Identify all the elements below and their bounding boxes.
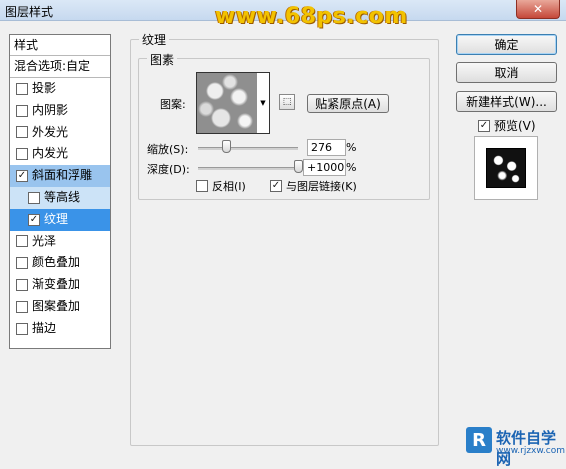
- style-item-pattern-overlay[interactable]: 图案叠加: [10, 296, 110, 318]
- depth-input[interactable]: +1000: [303, 159, 346, 176]
- style-list: 样式 混合选项:自定 投影内阴影外发光内发光 ✓ 斜面和浮雕等高线 ✓ 纹理光泽颜色叠加…: [9, 34, 111, 349]
- style-item-gradient-overlay[interactable]: 渐变叠加: [10, 274, 110, 296]
- link-with-layer-label: 与图层链接(K): [286, 180, 357, 193]
- style-checkbox-gradient-overlay[interactable]: [16, 279, 28, 292]
- style-item-stroke[interactable]: 描边: [10, 318, 110, 340]
- style-preview-thumbnail: [474, 136, 538, 200]
- style-checkbox-outer-glow[interactable]: [16, 126, 28, 139]
- style-item-label: 外发光: [32, 124, 69, 139]
- scale-unit: %: [346, 141, 357, 154]
- style-item-inner-shadow[interactable]: 内阴影: [10, 100, 110, 122]
- depth-slider-track[interactable]: [198, 167, 298, 170]
- style-checkbox-bevel-emboss[interactable]: ✓: [16, 170, 28, 183]
- preview-check-box[interactable]: ✓: [478, 119, 490, 132]
- scale-slider-track[interactable]: [198, 147, 298, 150]
- style-item-label: 图案叠加: [32, 298, 81, 313]
- depth-unit: %: [346, 161, 357, 174]
- pattern-label: 图案:: [160, 98, 186, 111]
- watermark-text: www.68ps.com: [215, 4, 408, 29]
- scale-label: 缩放(S):: [147, 143, 189, 156]
- close-button[interactable]: ✕: [516, 0, 560, 19]
- style-item-label: 内阴影: [32, 102, 69, 117]
- pattern-swatch[interactable]: [196, 72, 258, 134]
- style-checkbox-texture[interactable]: ✓: [28, 213, 40, 226]
- close-icon: ✕: [532, 2, 544, 16]
- texture-group-title: 纹理: [139, 31, 170, 48]
- new-preset-button[interactable]: ⬚: [279, 94, 295, 110]
- new-style-button[interactable]: 新建样式(W)...: [456, 91, 557, 112]
- invert-check-box[interactable]: [196, 180, 208, 192]
- depth-slider-thumb[interactable]: [294, 160, 303, 173]
- new-preset-icon: ⬚: [282, 97, 292, 107]
- pattern-dropdown[interactable]: ▼: [257, 72, 270, 134]
- link-with-layer-checkbox[interactable]: ✓ 与图层链接(K): [270, 178, 357, 194]
- invert-checkbox[interactable]: 反相(I): [196, 178, 246, 194]
- style-item-label: 等高线: [44, 189, 81, 204]
- style-item-label: 颜色叠加: [32, 255, 81, 270]
- style-item-label: 光泽: [32, 233, 57, 248]
- style-item-bevel-emboss[interactable]: ✓ 斜面和浮雕: [10, 165, 110, 187]
- style-item-label: 纹理: [44, 211, 69, 226]
- style-checkbox-color-overlay[interactable]: [16, 257, 28, 270]
- style-item-contour[interactable]: 等高线: [10, 186, 110, 209]
- style-checkbox-stroke[interactable]: [16, 322, 28, 335]
- title-bar: 图层样式 www.68ps.com ✕: [0, 0, 566, 29]
- style-item-satin[interactable]: 光泽: [10, 231, 110, 253]
- style-item-label: 投影: [32, 81, 57, 95]
- style-item-outer-glow[interactable]: 外发光: [10, 122, 110, 144]
- scale-slider-thumb[interactable]: [221, 140, 231, 153]
- style-item-drop-shadow[interactable]: 投影: [10, 78, 110, 100]
- snap-to-origin-button[interactable]: 贴紧原点(A): [307, 94, 389, 113]
- style-checkbox-contour[interactable]: [28, 191, 40, 204]
- brand-url: www.rjzxw.com: [496, 446, 565, 456]
- triangle-down-icon: ▼: [260, 99, 266, 107]
- style-item-label: 描边: [32, 320, 57, 335]
- style-checkbox-inner-glow[interactable]: [16, 148, 28, 161]
- style-checkbox-pattern-overlay[interactable]: [16, 300, 28, 313]
- depth-label: 深度(D):: [147, 163, 190, 176]
- brand-logo-icon: R: [466, 427, 492, 453]
- style-item-label: 渐变叠加: [32, 277, 81, 292]
- invert-label: 反相(I): [212, 180, 246, 193]
- preview-checkbox[interactable]: ✓ 预览(V): [478, 117, 536, 134]
- style-item-label: 斜面和浮雕: [32, 168, 93, 183]
- elements-group-title: 图素: [147, 51, 178, 68]
- style-item-label: 内发光: [32, 146, 69, 161]
- style-item-inner-glow[interactable]: 内发光: [10, 143, 110, 165]
- style-item-texture[interactable]: ✓ 纹理: [10, 208, 110, 231]
- cancel-button[interactable]: 取消: [456, 62, 557, 83]
- style-checkbox-inner-shadow[interactable]: [16, 104, 28, 117]
- blend-options-item[interactable]: 混合选项:自定: [10, 56, 110, 78]
- preview-image: [486, 148, 526, 188]
- style-checkbox-drop-shadow[interactable]: [16, 82, 28, 95]
- ok-button[interactable]: 确定: [456, 34, 557, 55]
- site-brand-logo: R 软件自学网 www.rjzxw.com: [466, 425, 565, 468]
- window-title: 图层样式: [5, 5, 54, 19]
- scale-input[interactable]: 276: [307, 139, 346, 156]
- style-checkbox-satin[interactable]: [16, 235, 28, 248]
- style-item-color-overlay[interactable]: 颜色叠加: [10, 252, 110, 274]
- preview-label: 预览(V): [494, 119, 536, 133]
- link-check-box[interactable]: ✓: [270, 180, 282, 192]
- style-list-header[interactable]: 样式: [10, 35, 110, 56]
